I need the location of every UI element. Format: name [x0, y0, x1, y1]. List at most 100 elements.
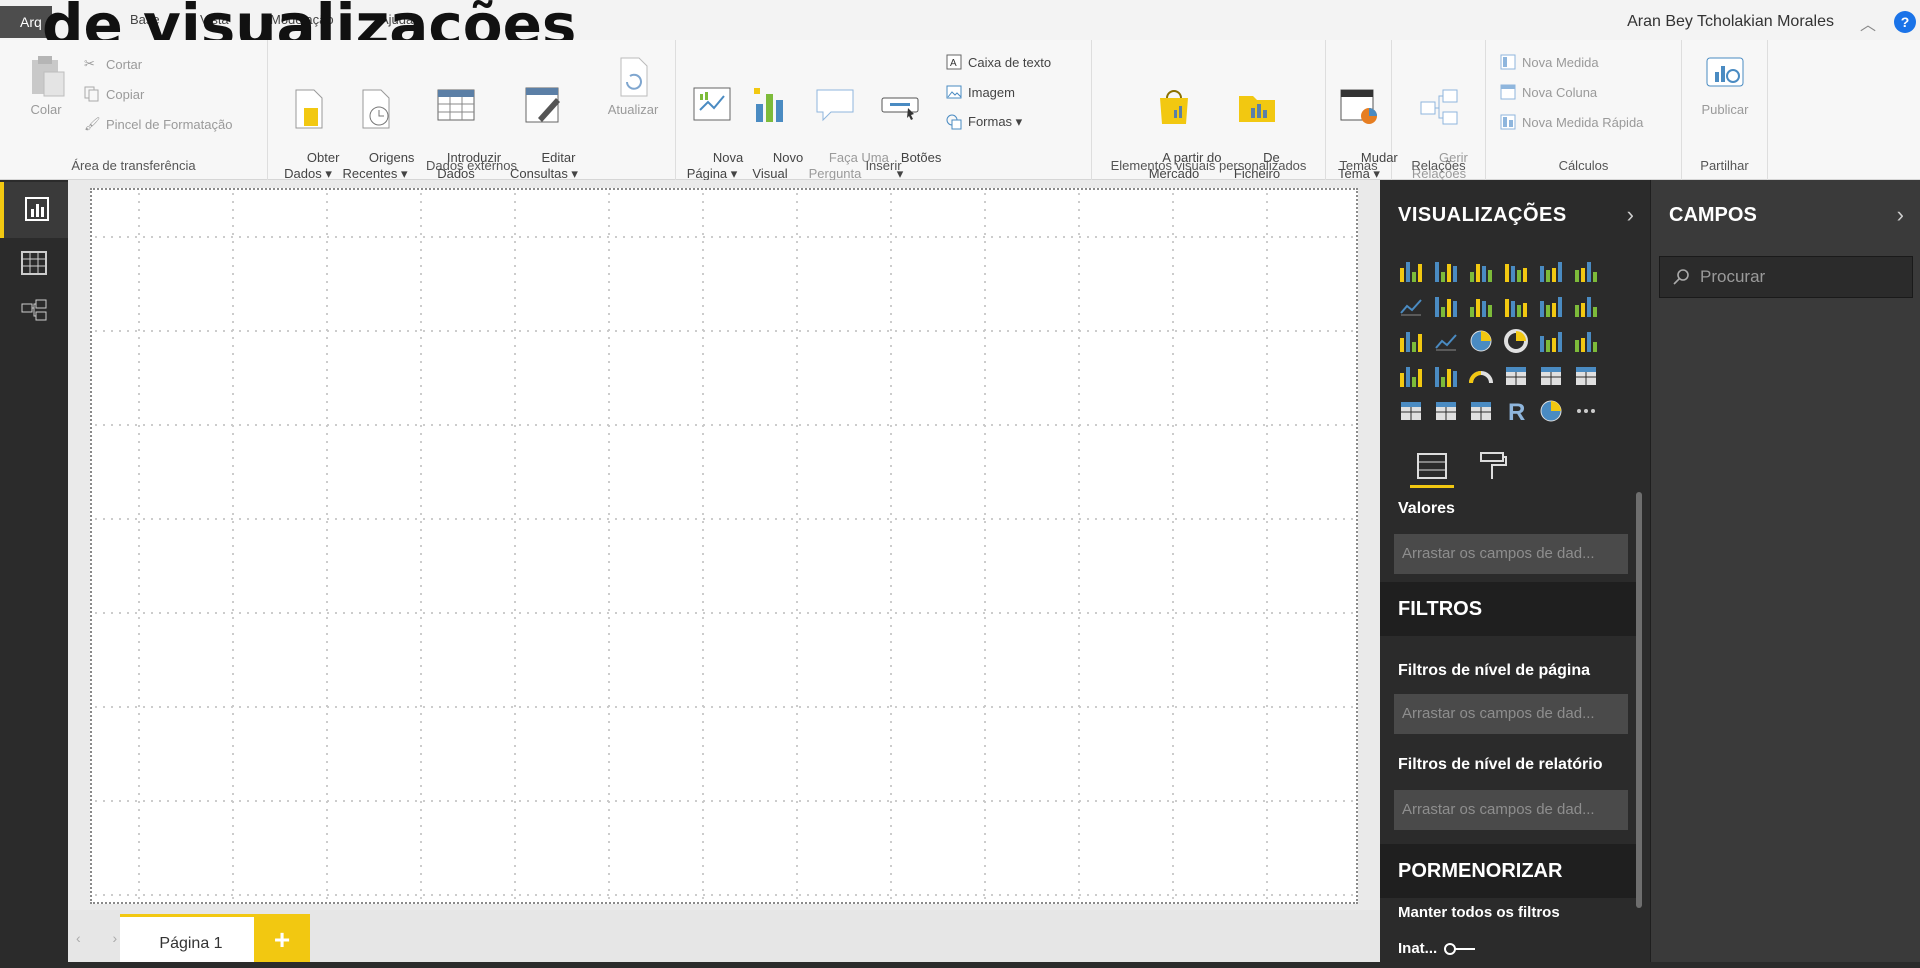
- more-visual-icon[interactable]: [1573, 398, 1599, 424]
- globe-visual-icon[interactable]: [1538, 398, 1564, 424]
- data-view-button[interactable]: [0, 244, 68, 300]
- refresh-button[interactable]: Atualizar: [598, 54, 668, 118]
- line-visual-icon[interactable]: [1398, 293, 1424, 319]
- switch-theme-button[interactable]: Mudar Tema ▾: [1332, 54, 1398, 198]
- paste-button[interactable]: Colar: [18, 54, 74, 118]
- search-placeholder: Procurar: [1700, 267, 1766, 286]
- button-icon: [880, 86, 920, 126]
- report-page-canvas[interactable]: [90, 188, 1358, 904]
- pie-visual-icon[interactable]: [1468, 328, 1494, 354]
- measure-icon: [1500, 54, 1516, 70]
- folder-chart-icon: [1237, 86, 1277, 126]
- page-filters-drop-well[interactable]: Arrastar os campos de dad...: [1394, 694, 1628, 734]
- slicer-visual-icon[interactable]: [1398, 398, 1424, 424]
- gauge-visual-icon[interactable]: [1468, 363, 1494, 389]
- manage-relationships-button[interactable]: Gerir Relações: [1404, 54, 1474, 198]
- fields-well-tab[interactable]: [1410, 450, 1454, 488]
- power-bi-desktop-window: Arq Base Vista Modelação Ajuda de visual…: [0, 0, 1920, 968]
- model-view-button[interactable]: [0, 298, 68, 354]
- get-data-button[interactable]: Obter Dados ▾: [278, 54, 339, 198]
- recent-sources-button[interactable]: Origens Recentes ▾: [340, 54, 414, 198]
- stacked-bar-visual-icon[interactable]: [1398, 258, 1424, 284]
- ribbon: Colar ✂ Cortar Copiar 🖌 Pincel de Formataç…: [0, 40, 1920, 181]
- clustered-bar-visual-icon[interactable]: [1468, 258, 1494, 284]
- custom-visuals-group-label: Elementos visuais personalizados: [1110, 158, 1307, 173]
- clustered-column-visual-icon[interactable]: [1503, 258, 1529, 284]
- page-tab-1[interactable]: Página 1: [120, 914, 262, 968]
- textbox-button[interactable]: A Caixa de texto: [946, 54, 1051, 70]
- refresh-icon: [613, 54, 653, 97]
- filled-map-visual-icon[interactable]: [1398, 363, 1424, 389]
- calculations-group-label: Cálculos: [1558, 158, 1609, 173]
- 100-bar-visual-icon[interactable]: [1538, 258, 1564, 284]
- keep-filters-toggle[interactable]: Inat...: [1398, 940, 1477, 957]
- share-group: Publicar Partilhar: [1682, 40, 1768, 180]
- collapse-fields-icon[interactable]: ›: [1897, 202, 1904, 228]
- new-column-button[interactable]: Nova Coluna: [1500, 84, 1597, 100]
- edit-queries-icon: [524, 86, 564, 126]
- clipboard-group-label: Área de transferência: [71, 158, 196, 173]
- keep-filters-label: Manter todos os filtros: [1398, 904, 1560, 921]
- edit-queries-button[interactable]: Editar Consultas ▾: [504, 54, 584, 198]
- marketplace-button[interactable]: A partir do Mercado: [1134, 54, 1221, 198]
- scatter-visual-icon[interactable]: [1433, 328, 1459, 354]
- new-page-icon: [692, 86, 732, 126]
- map-visual-icon[interactable]: [1573, 328, 1599, 354]
- line-column-visual-icon[interactable]: [1503, 293, 1529, 319]
- insert-group: Nova Página ▾ Novo Visual Faça Uma Pergu…: [676, 40, 1092, 181]
- new-measure-button[interactable]: Nova Medida: [1500, 54, 1599, 70]
- themes-group: Mudar Tema ▾ Temas: [1326, 40, 1398, 181]
- matrix-visual-icon[interactable]: [1468, 398, 1494, 424]
- format-painter-button[interactable]: 🖌 Pincel de Formatação: [84, 116, 232, 132]
- report-view-button[interactable]: [0, 182, 68, 238]
- visual-pane-tabs: [1380, 442, 1650, 490]
- help-icon[interactable]: ?: [1894, 11, 1916, 33]
- fields-title: CAMPOS: [1669, 204, 1757, 226]
- stacked-area-visual-icon[interactable]: [1468, 293, 1494, 319]
- fields-search-input[interactable]: Procurar: [1659, 256, 1913, 298]
- line-clustered-visual-icon[interactable]: [1538, 293, 1564, 319]
- data-view-icon: [21, 251, 47, 275]
- publish-button[interactable]: Publicar: [1694, 54, 1756, 118]
- collapse-visualizations-icon[interactable]: ›: [1627, 202, 1634, 228]
- donut-visual-icon[interactable]: [1503, 328, 1529, 354]
- shapes-button[interactable]: Formas ▾: [946, 114, 1022, 130]
- treemap-visual-icon[interactable]: [1538, 328, 1564, 354]
- card-visual-icon[interactable]: [1503, 363, 1529, 389]
- relationships-group-label: Relações: [1411, 158, 1466, 173]
- kpi-visual-icon[interactable]: [1573, 363, 1599, 389]
- visualizations-scrollbar[interactable]: [1636, 492, 1642, 908]
- signed-in-user[interactable]: Aran Bey Tcholakian Morales: [1627, 13, 1834, 31]
- from-file-button[interactable]: De Ficheiro: [1222, 54, 1292, 198]
- format-tab[interactable]: [1478, 450, 1508, 482]
- column-icon: [1500, 84, 1516, 100]
- r-visual-visual-icon[interactable]: R: [1503, 398, 1529, 426]
- get-data-icon: [288, 86, 328, 129]
- report-filters-label: Filtros de nível de relatório: [1398, 756, 1603, 773]
- area-visual-icon[interactable]: [1433, 293, 1459, 319]
- report-filters-drop-well[interactable]: Arrastar os campos de dad...: [1394, 790, 1628, 830]
- add-page-button[interactable]: +: [254, 914, 310, 968]
- 100-column-visual-icon[interactable]: [1573, 258, 1599, 284]
- collapse-ribbon-icon[interactable]: ︿: [1860, 11, 1876, 35]
- ask-question-button[interactable]: Faça Uma Pergunta: [800, 54, 889, 198]
- new-visual-button[interactable]: Novo Visual: [744, 54, 803, 198]
- copy-button[interactable]: Copiar: [84, 86, 144, 102]
- quick-measure-button[interactable]: Nova Medida Rápida: [1500, 114, 1643, 130]
- buttons-button[interactable]: Botões ▾: [872, 54, 941, 198]
- table-visual-icon[interactable]: [1433, 398, 1459, 424]
- drillthrough-header: PORMENORIZAR: [1380, 844, 1642, 898]
- themes-group-label: Temas: [1339, 158, 1378, 173]
- waterfall-visual-icon[interactable]: [1398, 328, 1424, 354]
- stacked-column-visual-icon[interactable]: [1433, 258, 1459, 284]
- ribbon-visual-icon[interactable]: [1573, 293, 1599, 319]
- enter-data-button[interactable]: Introduzir Dados: [418, 54, 501, 198]
- values-drop-well[interactable]: Arrastar os campos de dad...: [1394, 534, 1628, 574]
- multi-row-card-visual-icon[interactable]: [1538, 363, 1564, 389]
- image-button[interactable]: Imagem: [946, 84, 1015, 100]
- funnel-visual-icon[interactable]: [1433, 363, 1459, 389]
- cut-button[interactable]: ✂ Cortar: [84, 56, 142, 72]
- page-tabs-bar: ‹ › Página 1 +: [68, 910, 1380, 968]
- share-group-label: Partilhar: [1700, 158, 1749, 173]
- new-page-button[interactable]: Nova Página ▾: [684, 54, 743, 198]
